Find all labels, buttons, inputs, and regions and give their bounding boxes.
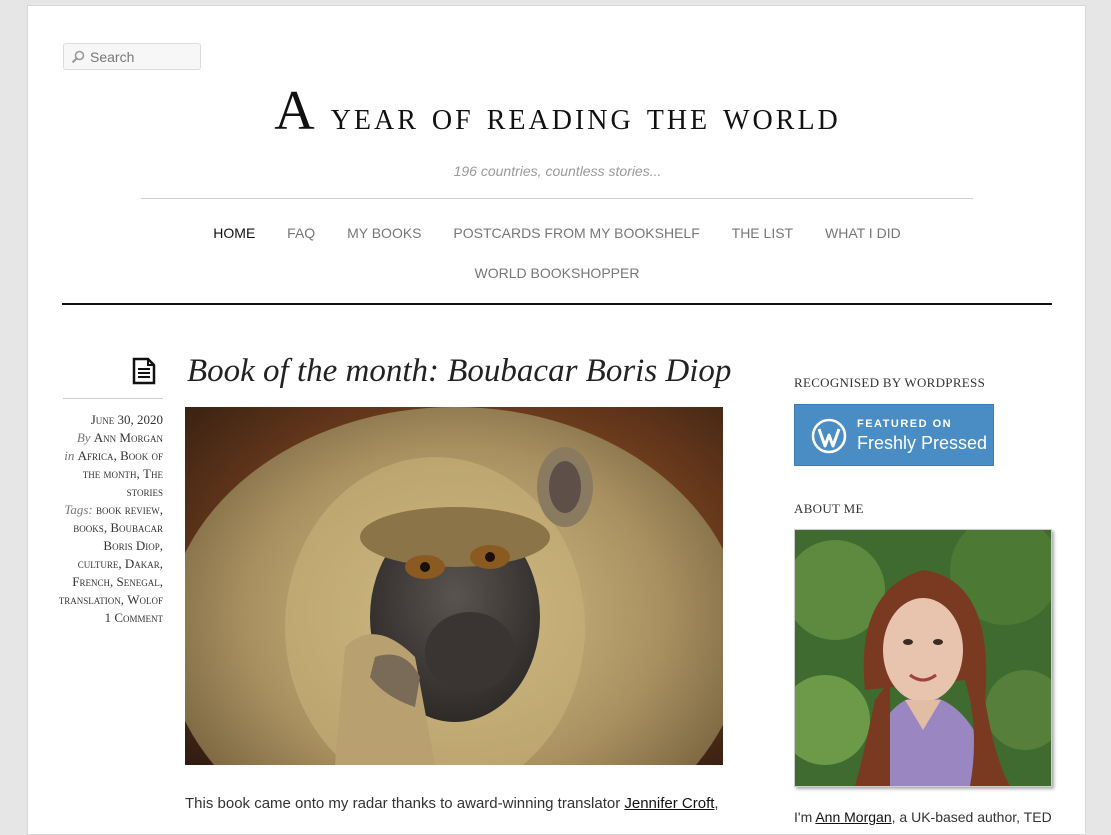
widget-title-about: About me (794, 501, 864, 516)
post-meta: June 30, 2020 By Ann Morgan in Africa, B… (58, 411, 163, 627)
badge-line2: Freshly Pressed (857, 433, 988, 453)
tag-link[interactable]: translation (59, 592, 121, 607)
comments-link[interactable]: 1 Comment (58, 609, 163, 627)
about-text: I'm Ann Morgan, a UK-based author, TED (794, 809, 1052, 825)
site-title[interactable]: A year of reading the world (28, 78, 1087, 145)
tag-link[interactable]: culture (78, 556, 119, 571)
nav-what-i-did[interactable]: What I did (825, 225, 901, 241)
tag-link[interactable]: book review (96, 502, 160, 517)
tag-link[interactable]: Boubacar Boris Diop (103, 520, 163, 553)
tag-link[interactable]: Wolof (127, 592, 163, 607)
search-box[interactable] (63, 43, 201, 70)
badge-line1: Featured on (857, 418, 953, 430)
nav-world-bookshopper[interactable]: World bookshopper (475, 265, 640, 281)
featured-image-monkey[interactable] (185, 407, 723, 765)
page-container: A year of reading the world 196 countrie… (27, 5, 1086, 835)
nav-my-books[interactable]: My books (347, 225, 421, 241)
post-title[interactable]: Book of the month: Boubacar Boris Diop (187, 353, 731, 390)
author-photo (794, 529, 1052, 787)
nav-postcards[interactable]: Postcards from my bookshelf (453, 225, 699, 241)
nav-faq[interactable]: FAQ (287, 225, 315, 241)
about-author-link[interactable]: Ann Morgan (815, 809, 891, 825)
main-nav: Home FAQ My books Postcards from my book… (141, 213, 973, 293)
tag-link[interactable]: Senegal (117, 574, 160, 589)
tag-link[interactable]: Dakar (125, 556, 160, 571)
nav-home[interactable]: Home (213, 225, 255, 241)
category-link[interactable]: Africa (78, 448, 114, 463)
post-date[interactable]: June 30, 2020 (58, 411, 163, 429)
tag-link[interactable]: French (72, 574, 110, 589)
freshly-pressed-badge[interactable]: Featured on Freshly Pressed (794, 404, 994, 466)
translator-link[interactable]: Jennifer Croft (624, 795, 714, 812)
site-tagline: 196 countries, countless stories... (453, 163, 662, 179)
nav-divider (62, 303, 1052, 305)
document-icon (132, 357, 156, 385)
search-input[interactable] (90, 47, 194, 66)
header-divider (141, 198, 973, 199)
nav-the-list[interactable]: The list (732, 225, 793, 241)
meta-divider (63, 398, 163, 399)
widget-title-recognised: Recognised by WordPress (794, 375, 986, 390)
wordpress-logo-icon (811, 418, 847, 454)
post-excerpt: This book came onto my radar thanks to a… (185, 795, 719, 812)
search-icon (71, 50, 85, 64)
post-author[interactable]: Ann Morgan (94, 430, 163, 445)
tag-link[interactable]: books (73, 520, 104, 535)
